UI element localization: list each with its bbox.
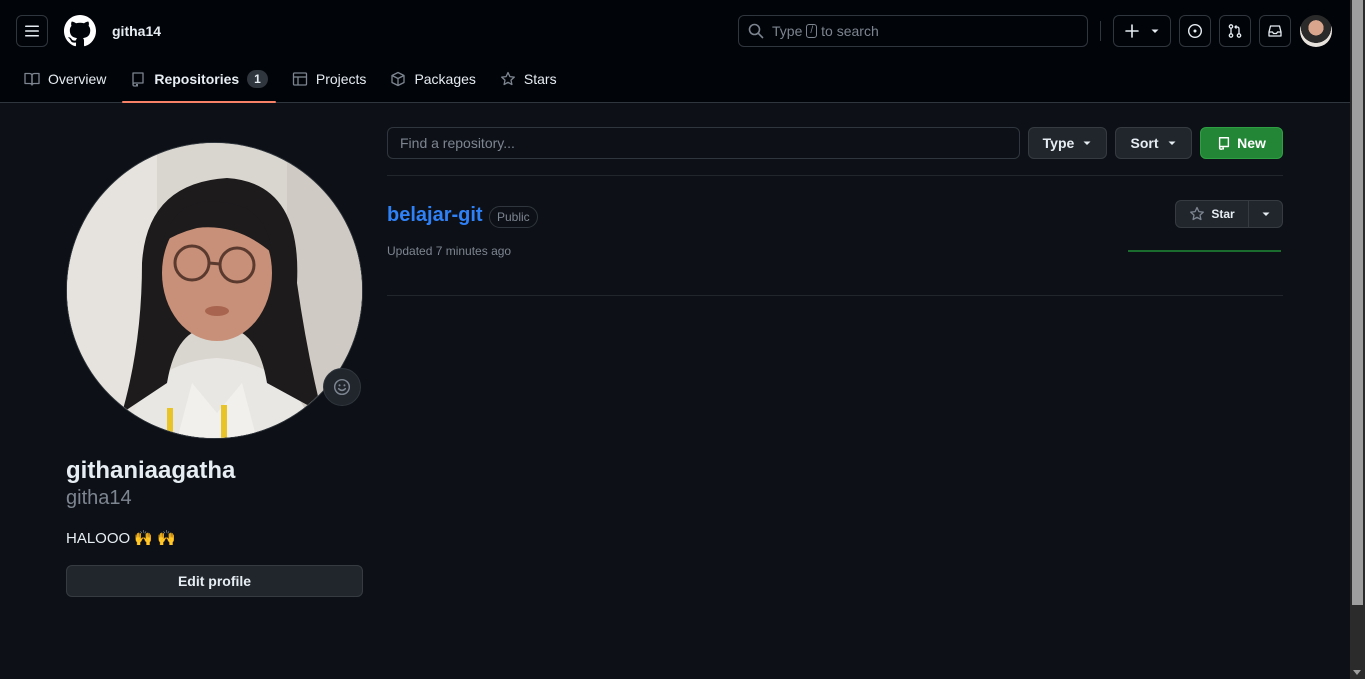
header-divider (1100, 21, 1101, 41)
list-top-divider (387, 175, 1283, 176)
repository-name-link[interactable]: belajar-git (387, 204, 483, 227)
caret-down-icon (1083, 141, 1091, 145)
search-icon (748, 23, 764, 39)
profile-login: githa14 (66, 487, 132, 509)
visibility-badge: Public (489, 206, 538, 228)
new-button-label: New (1237, 135, 1266, 151)
inbox-button[interactable] (1259, 15, 1291, 47)
pull-requests-button[interactable] (1219, 15, 1251, 47)
profile-bio: HALOOO 🙌 🙌 (66, 530, 176, 547)
package-icon (391, 71, 406, 87)
scroll-down-arrow-icon[interactable] (1353, 670, 1361, 675)
issue-opened-icon (1187, 23, 1203, 39)
repo-icon (132, 72, 145, 87)
tab-packages[interactable]: Packages (382, 63, 483, 95)
profile-tabs: Overview Repositories 1 Projects Package… (16, 63, 573, 103)
star-icon (1190, 206, 1205, 221)
new-repository-button[interactable]: New (1200, 127, 1283, 159)
github-logo-icon[interactable] (64, 15, 96, 47)
tab-projects[interactable]: Projects (284, 63, 375, 95)
search-prefix-text: Type (772, 23, 803, 39)
activity-sparkline (1128, 250, 1281, 252)
star-icon (500, 71, 515, 86)
star-button-label: Star (1211, 207, 1235, 221)
caret-down-icon (1262, 212, 1269, 216)
hamburger-icon (25, 25, 39, 37)
scrollbar-thumb[interactable] (1352, 0, 1363, 605)
create-new-button[interactable] (1113, 15, 1171, 47)
find-repository-input[interactable] (387, 127, 1020, 159)
profile-photo-image (67, 143, 362, 438)
book-icon (24, 72, 40, 86)
issues-button[interactable] (1179, 15, 1211, 47)
repo-icon (1219, 137, 1230, 150)
table-icon (292, 72, 308, 86)
smiley-icon (333, 378, 351, 396)
app-header: githa14 Type / to search Overview Reposi… (0, 0, 1350, 103)
page-scrollbar[interactable] (1350, 0, 1365, 679)
list-bottom-divider (387, 295, 1283, 296)
caret-down-icon (1151, 29, 1159, 33)
tab-label: Stars (523, 71, 557, 87)
tab-stars[interactable]: Stars (492, 63, 565, 95)
sort-filter-button[interactable]: Sort (1115, 127, 1192, 159)
edit-profile-button[interactable]: Edit profile (66, 565, 363, 597)
profile-avatar[interactable] (66, 142, 363, 439)
sort-filter-label: Sort (1130, 135, 1159, 151)
tab-overview[interactable]: Overview (16, 63, 114, 95)
context-username[interactable]: githa14 (112, 23, 161, 39)
tab-label: Overview (48, 71, 107, 87)
type-filter-button[interactable]: Type (1028, 127, 1107, 159)
search-shortcut-key: / (806, 24, 818, 38)
tab-label: Projects (315, 71, 367, 87)
tab-label: Packages (414, 71, 476, 87)
hamburger-menu-button[interactable] (16, 15, 48, 47)
set-status-button[interactable] (323, 368, 361, 406)
star-button[interactable]: Star (1176, 201, 1249, 227)
caret-down-icon (1168, 141, 1175, 145)
type-filter-label: Type (1042, 135, 1075, 151)
user-avatar-menu[interactable] (1300, 15, 1332, 47)
tab-label: Repositories (154, 71, 240, 87)
plus-icon (1125, 24, 1139, 38)
repository-updated-time: Updated 7 minutes ago (387, 244, 512, 258)
star-list-dropdown-button[interactable] (1249, 201, 1282, 227)
search-suffix-text: to search (821, 23, 879, 39)
git-pull-request-icon (1228, 24, 1242, 38)
profile-full-name: githaniaagatha (66, 457, 236, 484)
tab-repositories[interactable]: Repositories 1 (122, 63, 276, 103)
repository-count-badge: 1 (247, 70, 268, 88)
star-button-group: Star (1175, 200, 1283, 228)
global-search-button[interactable]: Type / to search (738, 15, 1088, 47)
inbox-icon (1268, 25, 1282, 37)
